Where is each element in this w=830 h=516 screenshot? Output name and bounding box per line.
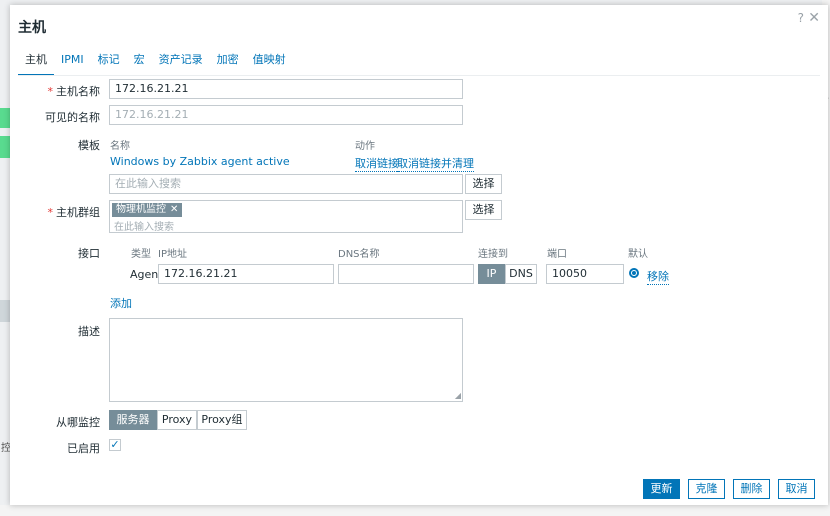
- background-row-shade: [0, 300, 10, 322]
- cancel-button[interactable]: 取消: [778, 479, 815, 499]
- help-icon[interactable]: ?: [798, 11, 804, 25]
- clone-button[interactable]: 克隆: [688, 479, 725, 499]
- monitored-by-label: 从哪监控: [56, 416, 100, 429]
- unlink-link[interactable]: 取消链接: [355, 155, 399, 172]
- visible-name-input[interactable]: 172.16.21.21: [109, 105, 463, 125]
- chip-remove-icon[interactable]: ✕: [170, 204, 178, 215]
- host-name-label: * 主机名称: [48, 83, 101, 99]
- background-page-bottom: [0, 505, 830, 516]
- tab-ipmi[interactable]: IPMI: [54, 53, 91, 74]
- update-button[interactable]: 更新: [643, 479, 680, 499]
- connect-ip-toggle[interactable]: IP: [478, 264, 505, 284]
- add-interface-link[interactable]: 添加: [110, 295, 132, 311]
- interface-port-input[interactable]: 10050: [546, 264, 624, 284]
- interface-dns-input[interactable]: [338, 264, 474, 284]
- interface-col-port: 端口: [547, 249, 567, 260]
- host-name-label-text: 主机名称: [56, 85, 100, 98]
- interface-col-ip: IP地址: [158, 249, 187, 260]
- template-search-input[interactable]: 在此输入搜索: [109, 174, 463, 194]
- tab-tags[interactable]: 标记: [91, 53, 127, 74]
- resize-handle-icon[interactable]: ◢: [455, 391, 461, 400]
- host-edit-dialog: 主机 ? ✕ 主机 IPMI 标记 宏 资产记录 加密 值映射 * 主机名称 17…: [10, 5, 828, 505]
- enabled-checkbox[interactable]: ✓: [109, 439, 121, 451]
- host-group-chip-label: 物理机监控: [116, 204, 166, 215]
- unlink-and-clear-link[interactable]: 取消链接并清理: [397, 155, 474, 172]
- description-label: 描述: [78, 325, 100, 338]
- tab-macros[interactable]: 宏: [127, 53, 152, 74]
- templates-col-name: 名称: [110, 141, 130, 152]
- host-groups-multiselect[interactable]: 物理机监控 ✕ 在此输入搜索: [109, 200, 463, 233]
- visible-name-label: 可见的名称: [45, 111, 100, 124]
- interface-col-dns: DNS名称: [338, 249, 380, 260]
- tab-value-mapping[interactable]: 值映射: [246, 53, 293, 74]
- monitored-by-proxy[interactable]: Proxy: [157, 410, 197, 430]
- monitored-by-server[interactable]: 服务器: [109, 410, 157, 430]
- tab-inventory[interactable]: 资产记录: [152, 53, 210, 74]
- default-interface-radio[interactable]: [629, 268, 639, 278]
- templates-col-action: 动作: [355, 141, 375, 152]
- interface-col-default: 默认: [628, 249, 648, 260]
- background-row-highlight: [0, 136, 10, 158]
- remove-interface-link[interactable]: 移除: [647, 268, 669, 285]
- interface-col-type: 类型: [131, 249, 151, 260]
- interface-ip-input[interactable]: 172.16.21.21: [158, 264, 334, 284]
- host-group-select-button[interactable]: 选择: [465, 200, 502, 220]
- host-groups-label: * 主机群组: [48, 204, 101, 220]
- description-textarea[interactable]: ◢: [109, 318, 463, 402]
- dialog-title: 主机: [18, 20, 46, 36]
- enabled-label: 已启用: [67, 442, 100, 455]
- host-group-search-placeholder[interactable]: 在此输入搜索: [114, 218, 174, 233]
- delete-button[interactable]: 删除: [733, 479, 770, 499]
- interface-col-connect: 连接到: [478, 249, 508, 260]
- required-mark: *: [47, 206, 54, 219]
- connect-dns-toggle[interactable]: DNS: [505, 264, 537, 284]
- tab-host[interactable]: 主机: [18, 53, 54, 76]
- required-mark: *: [47, 85, 54, 98]
- interfaces-label: 接口: [78, 247, 100, 260]
- host-group-chip: 物理机监控 ✕: [112, 203, 183, 217]
- background-row-highlight: [0, 108, 10, 128]
- host-groups-label-text: 主机群组: [56, 206, 100, 219]
- templates-label: 模板: [78, 139, 100, 152]
- tab-bar: 主机 IPMI 标记 宏 资产记录 加密 值映射: [18, 53, 293, 76]
- close-icon[interactable]: ✕: [808, 10, 820, 26]
- host-name-input[interactable]: 172.16.21.21: [109, 79, 463, 99]
- monitored-by-proxy-group[interactable]: Proxy组: [197, 410, 247, 430]
- tab-divider: [18, 75, 820, 76]
- linked-template-link[interactable]: Windows by Zabbix agent active: [110, 155, 290, 168]
- tab-encryption[interactable]: 加密: [210, 53, 246, 74]
- template-select-button[interactable]: 选择: [465, 174, 502, 194]
